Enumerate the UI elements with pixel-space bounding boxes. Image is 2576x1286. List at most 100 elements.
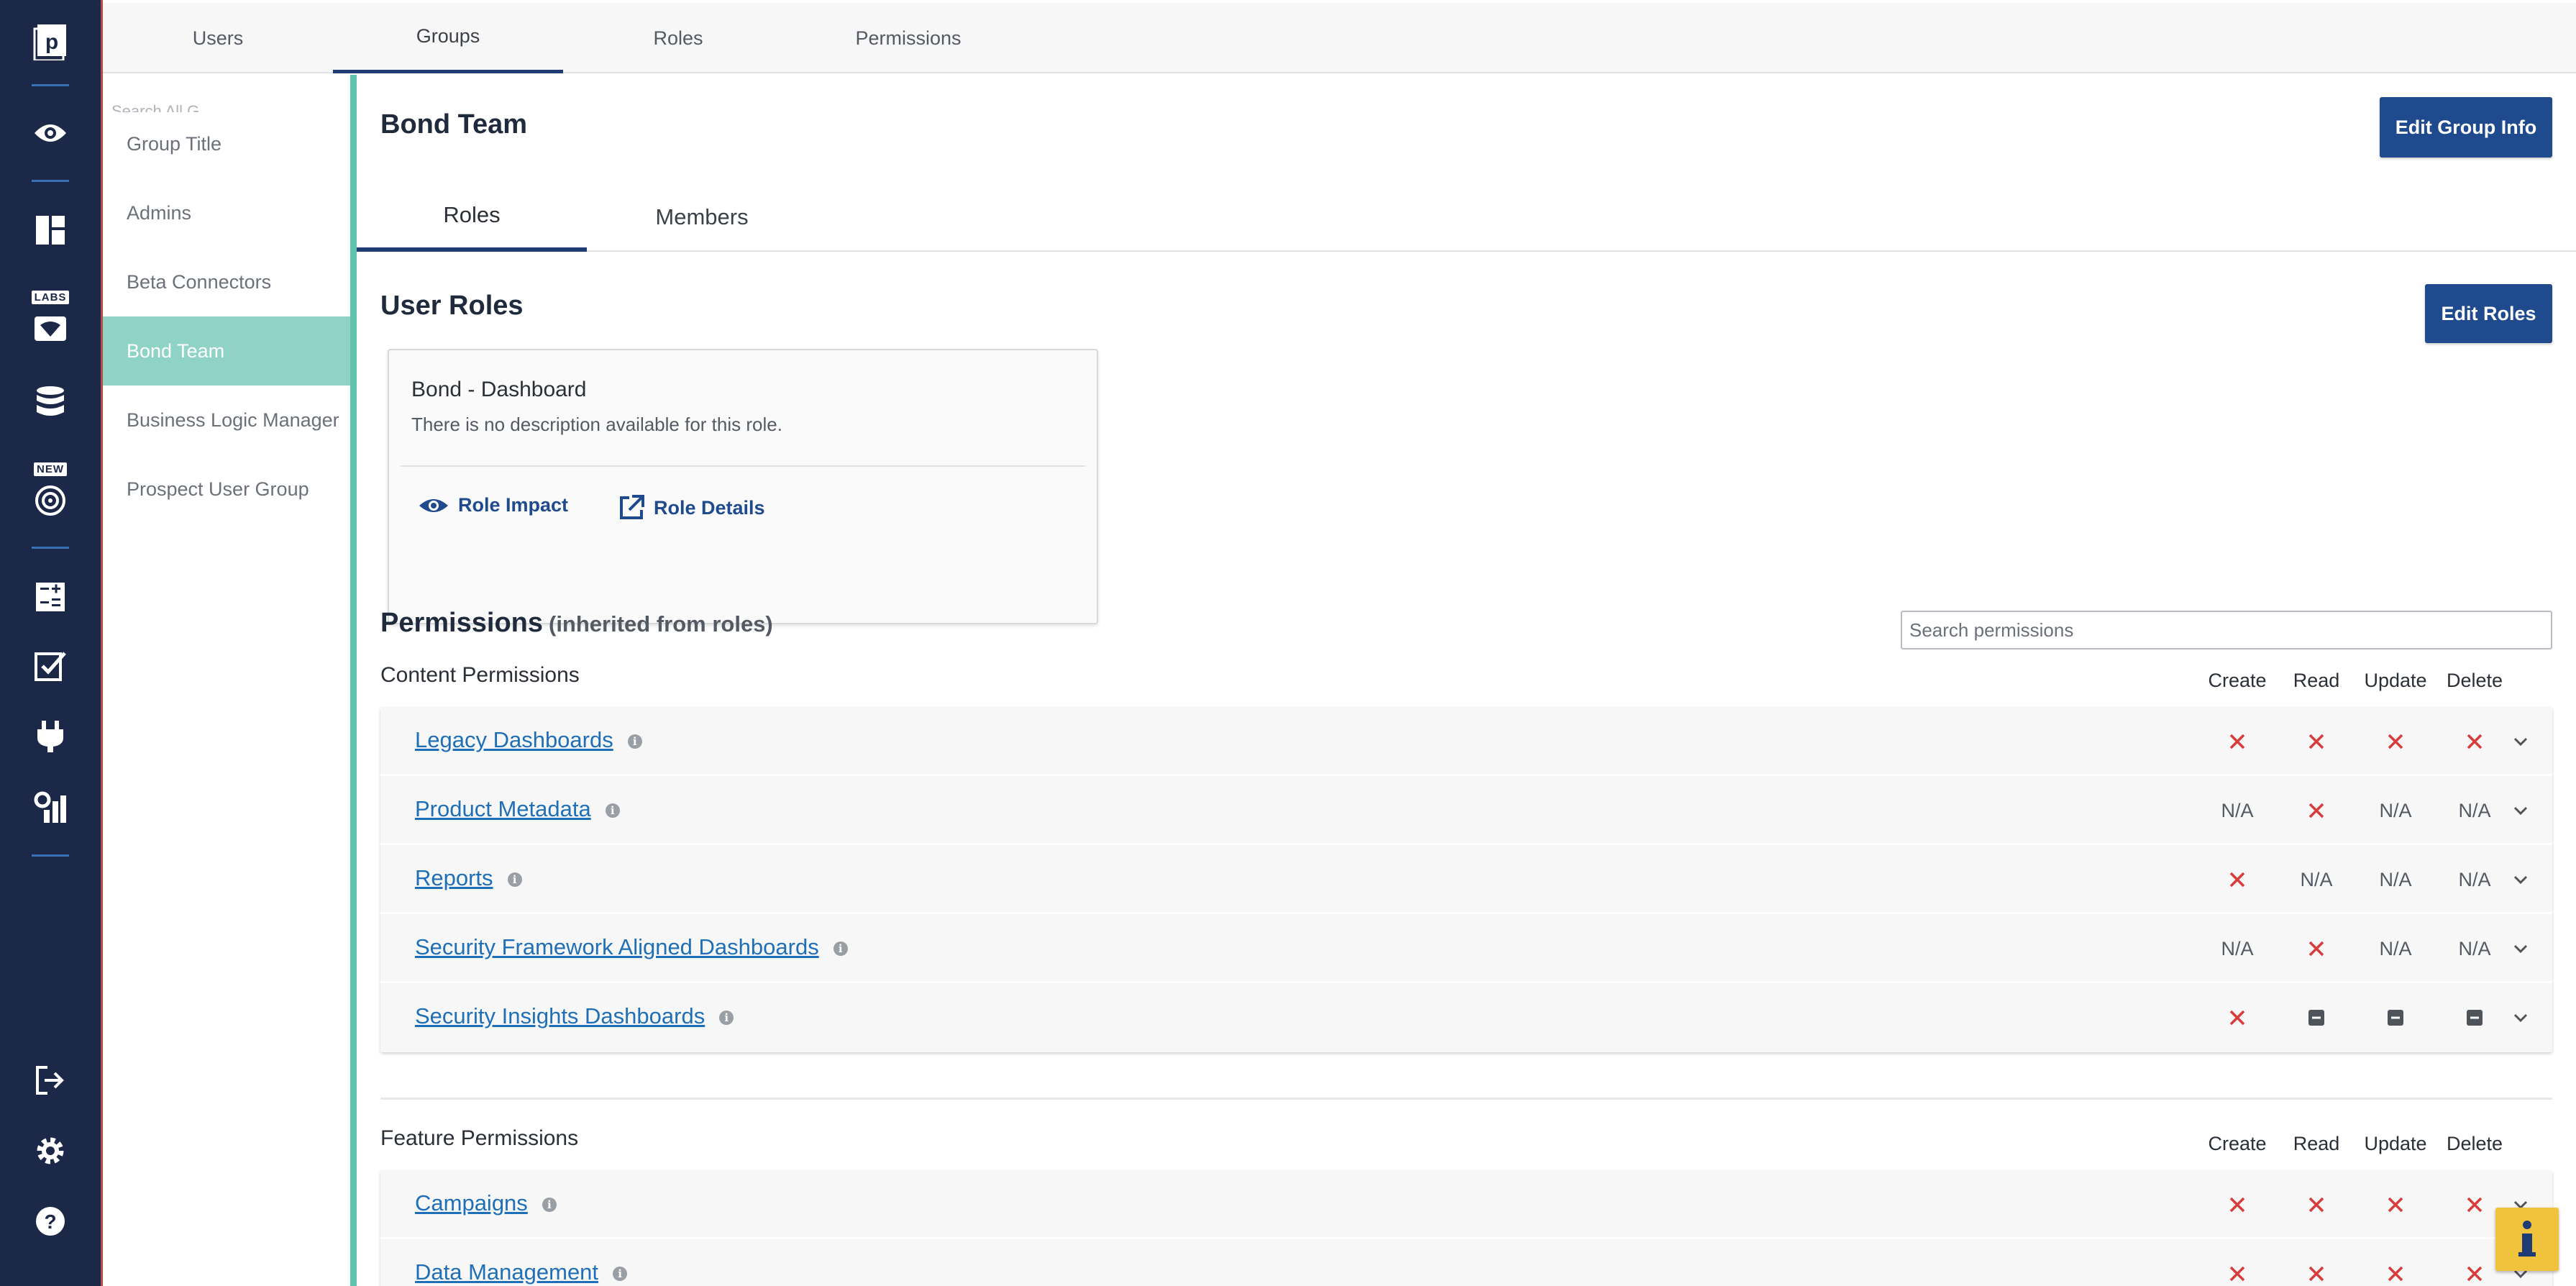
permission-name-link[interactable]: Legacy Dashboards i [415, 727, 642, 753]
rail-divider [32, 547, 69, 549]
info-icon[interactable]: i [542, 1197, 557, 1212]
permission-cell-create [2198, 1239, 2277, 1286]
permission-cell-create [2198, 845, 2277, 914]
group-item-prospect-user-group[interactable]: Prospect User Group [103, 455, 353, 524]
chevron-down-icon [2513, 944, 2528, 954]
permission-row[interactable]: Security Framework Aligned Dashboards i N/… [380, 914, 2552, 983]
info-icon[interactable]: i [833, 941, 848, 956]
role-name: Bond - Dashboard [411, 378, 587, 401]
group-item-bond-team[interactable]: Bond Team [103, 316, 353, 386]
deny-x-icon [2229, 1197, 2245, 1213]
subtab-roles[interactable]: Roles [357, 183, 587, 252]
deny-x-icon [2308, 941, 2324, 957]
permission-cell-update: N/A [2356, 914, 2435, 983]
tab-permissions[interactable]: Permissions [793, 3, 1023, 73]
permission-value: N/A [2458, 937, 2491, 959]
tab-groups[interactable]: Groups [333, 3, 563, 73]
permission-value: N/A [2458, 868, 2491, 890]
chevron-down-icon [2513, 737, 2528, 747]
info-icon[interactable]: i [627, 734, 642, 749]
deny-x-icon [2467, 734, 2483, 749]
permission-name: Security Framework Aligned Dashboards [415, 934, 819, 959]
permission-row[interactable]: Reports i N/A N/A N/A [380, 845, 2552, 914]
permission-row[interactable]: Legacy Dashboards i [380, 707, 2552, 776]
report-settings-icon[interactable] [0, 791, 101, 824]
edit-group-info-button[interactable]: Edit Group Info [2380, 97, 2552, 158]
permission-cell-delete: N/A [2435, 845, 2514, 914]
logo-icon[interactable]: p [0, 23, 101, 60]
tab-roles[interactable]: Roles [563, 3, 793, 73]
permission-row[interactable]: Campaigns i [380, 1170, 2552, 1239]
help-icon[interactable]: ? [0, 1205, 101, 1237]
deny-x-icon [2308, 734, 2324, 749]
chevron-down-icon [2513, 875, 2528, 885]
permission-name-link[interactable]: Product Metadata i [415, 796, 620, 822]
permission-name-link[interactable]: Data Management i [415, 1259, 628, 1285]
search-permissions-input[interactable] [1901, 611, 2552, 649]
col-create: Create [2208, 670, 2267, 691]
edit-roles-button[interactable]: Edit Roles [2425, 284, 2552, 343]
permission-name-link[interactable]: Security Framework Aligned Dashboards i [415, 934, 848, 960]
labs-icon[interactable] [0, 315, 101, 342]
info-icon[interactable]: i [613, 1266, 628, 1281]
eye-icon[interactable] [0, 119, 101, 147]
subtab-members[interactable]: Members [587, 183, 817, 252]
rail-divider [32, 84, 69, 86]
expand-row-button[interactable] [2506, 845, 2535, 914]
permission-row[interactable]: Data Management i [380, 1239, 2552, 1286]
permission-name-link[interactable]: Campaigns i [415, 1190, 557, 1216]
logout-icon[interactable] [0, 1064, 101, 1096]
role-details-label: Role Details [654, 496, 765, 519]
expand-row-button[interactable] [2506, 707, 2535, 776]
permission-cell-read [2277, 1170, 2356, 1239]
tab-users[interactable]: Users [103, 3, 333, 73]
chevron-down-icon [2513, 806, 2528, 816]
section-divider [380, 1098, 2552, 1100]
calculator-icon[interactable] [0, 581, 101, 613]
info-icon[interactable]: i [507, 872, 522, 887]
deny-x-icon [2388, 734, 2403, 749]
permission-cell-delete: N/A [2435, 776, 2514, 845]
expand-row-button[interactable] [2506, 983, 2535, 1052]
partial-access-icon [2388, 1010, 2403, 1026]
role-card: Bond - Dashboard There is no description… [388, 349, 1098, 624]
deny-x-icon [2229, 1010, 2245, 1026]
permission-cell-read [2277, 983, 2356, 1052]
group-subtabs: Roles Members [357, 183, 2576, 252]
database-icon[interactable] [0, 385, 101, 419]
target-icon[interactable] [0, 485, 101, 516]
help-widget-button[interactable] [2495, 1208, 2559, 1271]
group-detail: Bond Team Edit Group Info Roles Members … [357, 75, 2576, 1286]
permission-value: N/A [2379, 868, 2412, 890]
deny-x-icon [2308, 803, 2324, 818]
role-impact-link[interactable]: Role Impact [418, 494, 568, 516]
expand-row-button[interactable] [2506, 776, 2535, 845]
page-title: Bond Team [380, 109, 528, 140]
plug-icon[interactable] [0, 719, 101, 754]
content-permissions-label: Content Permissions [380, 663, 580, 687]
info-icon[interactable]: i [605, 803, 620, 818]
group-item-group-title[interactable]: Group Title [103, 109, 353, 178]
checkbox-icon[interactable] [0, 650, 101, 682]
rail-divider [32, 854, 69, 857]
role-description: There is no description available for th… [411, 414, 782, 435]
group-item-business-logic-manager[interactable]: Business Logic Manager [103, 386, 353, 455]
permission-value: N/A [2221, 799, 2254, 821]
group-item-admins[interactable]: Admins [103, 178, 353, 247]
gear-icon[interactable] [0, 1134, 101, 1167]
expand-row-button[interactable] [2506, 914, 2535, 983]
role-details-link[interactable]: Role Details [618, 494, 765, 521]
group-item-beta-connectors[interactable]: Beta Connectors [103, 247, 353, 316]
col-read: Read [2293, 670, 2340, 691]
dashboard-icon[interactable] [0, 214, 101, 246]
info-icon[interactable]: i [719, 1010, 734, 1025]
deny-x-icon [2467, 1266, 2483, 1282]
app-rail: p LABS NEW ? [0, 0, 103, 1286]
permission-row[interactable]: Security Insights Dashboards i [380, 983, 2552, 1052]
permission-name-link[interactable]: Reports i [415, 865, 522, 891]
permission-cell-update: N/A [2356, 845, 2435, 914]
permission-name-link[interactable]: Security Insights Dashboards i [415, 1003, 734, 1029]
permission-row[interactable]: Product Metadata i N/A N/A N/A [380, 776, 2552, 845]
permission-cell-create: N/A [2198, 776, 2277, 845]
svg-text:?: ? [44, 1210, 56, 1233]
